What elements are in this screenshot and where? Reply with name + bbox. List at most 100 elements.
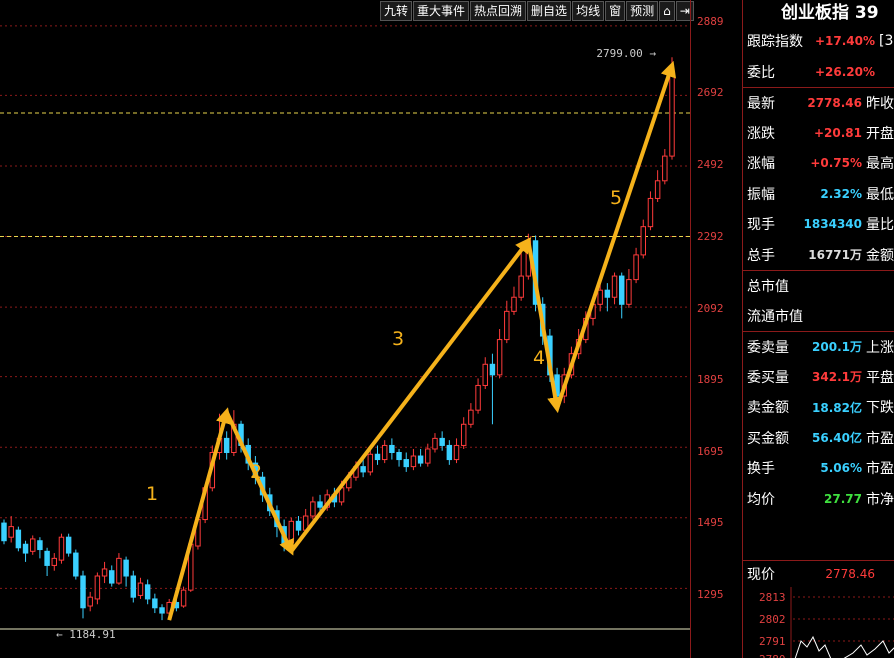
candle-up: [367, 453, 374, 473]
price-tick: 1895: [697, 373, 724, 386]
mini-line-chart: [790, 587, 894, 658]
wave-label: 5: [610, 187, 622, 209]
candle-down: [389, 444, 395, 454]
toolbar-button-major-events[interactable]: 重大事件: [413, 1, 470, 21]
candle-up: [662, 155, 668, 182]
candle-down: [152, 598, 158, 609]
quote-rows: 跟踪指数 +17.40% [3 委比 +26.20% 最新 2778.46 昨收 涨跌 +20.8…: [743, 26, 894, 514]
candle-down: [618, 275, 625, 305]
candle-down: [417, 455, 424, 464]
quote-row: 振幅 2.32% 最低: [743, 179, 894, 210]
quote-row: 均价 27.77 市净: [743, 484, 894, 515]
quote-row-label: 换手: [747, 461, 775, 478]
candle-up: [116, 557, 122, 584]
lock-icon[interactable]: ⌂: [659, 1, 675, 21]
candle-down: [130, 575, 137, 598]
quote-row-value: 18.82亿: [812, 400, 862, 415]
quote-row: 委买量 342.1万 平盘: [743, 362, 894, 393]
candle-down: [159, 607, 165, 614]
quote-row-value: +0.75%: [810, 156, 862, 171]
quote-row-label: 现手: [747, 217, 775, 234]
quote-row-extra: 平盘: [866, 369, 894, 386]
mini-price-chart[interactable]: 现价 2778.46 2813 2802 2791 2780: [743, 560, 894, 658]
quote-row-value: 27.77: [824, 491, 862, 506]
quote-row-label: 委买量: [747, 369, 789, 386]
price-tick: 1495: [697, 516, 724, 529]
quote-row-extra: 市盈: [866, 461, 894, 478]
low-price-label: ← 1184.91: [56, 628, 116, 641]
candle-down: [123, 559, 129, 577]
quote-row-label: 买金额: [747, 430, 789, 447]
candle-up: [58, 536, 65, 561]
candle-down: [439, 437, 445, 446]
quote-row-extra: 最低: [866, 186, 894, 203]
quote-row-value: 342.1万: [812, 370, 862, 385]
candle-up: [511, 296, 517, 312]
toolbar-button-forecast[interactable]: 预测: [626, 1, 659, 21]
quote-row-extra: 上涨: [866, 339, 894, 356]
candle-up: [669, 70, 675, 157]
candle-up: [468, 409, 474, 425]
candle-up: [432, 437, 438, 450]
candle-down: [65, 536, 72, 554]
quote-row-label: 涨幅: [747, 156, 775, 173]
wave-arrow: [167, 407, 232, 621]
quote-row: 最新 2778.46 昨收: [743, 87, 894, 118]
candle-down: [15, 529, 22, 549]
candle-up: [180, 589, 187, 607]
candle-up: [460, 423, 467, 446]
quote-info-panel: 创业板指 39 跟踪指数 +17.40% [3 委比 +26.20% 最新 2778.46 昨…: [742, 0, 894, 658]
candle-up: [381, 444, 388, 461]
price-tick: 2492: [697, 158, 724, 171]
price-tick: 2292: [697, 230, 724, 243]
quote-row: 总市值: [743, 270, 894, 301]
candle-down: [403, 459, 409, 468]
candle-up: [30, 538, 36, 552]
quote-row-extra: 昨收: [866, 95, 894, 112]
quote-row-label: 总手: [747, 247, 775, 264]
toolbar-button-jiuzhuan[interactable]: 九转: [380, 1, 413, 21]
candle-down: [80, 575, 86, 609]
quote-row-value: 5.06%: [820, 461, 862, 476]
quote-row-label: 跟踪指数: [747, 34, 803, 51]
quote-row-value: +17.40%: [814, 34, 875, 49]
candle-down: [109, 570, 115, 584]
quote-row-value: 2778.46: [807, 95, 862, 110]
candle-down: [1, 522, 7, 542]
quote-row: 涨幅 +0.75% 最高: [743, 148, 894, 179]
toolbar-button-hot-review[interactable]: 热点回溯: [470, 1, 527, 21]
quote-row: 总手 16771万 金额: [743, 240, 894, 271]
quote-row-label: 委比: [747, 64, 775, 81]
toolbar-button-remove-watchlist[interactable]: 删自选: [527, 1, 572, 21]
quote-row-label: 振幅: [747, 186, 775, 203]
wave-label: 3: [392, 328, 404, 350]
chart-toolbar: 九转 重大事件 热点回溯 删自选 均线 窗 预测 ⌂ ⇥: [380, 1, 695, 21]
quote-row-label: 最新: [747, 95, 775, 112]
quote-row: 流通市值: [743, 301, 894, 332]
candle-up: [647, 197, 654, 228]
candle-down: [396, 452, 402, 461]
toolbar-button-moving-average[interactable]: 均线: [572, 1, 605, 21]
quote-row-extra: 金额: [866, 247, 894, 264]
candle-down: [44, 550, 50, 566]
quote-row: 涨跌 +20.81 开盘: [743, 118, 894, 149]
price-axis: 2889 2692 2492 2292 2092 1895 1695 1495 …: [690, 0, 742, 658]
quote-row-label: 涨跌: [747, 125, 775, 142]
quote-row: 买金额 56.40亿 市盈: [743, 423, 894, 454]
quote-row: 委卖量 200.1万 上涨: [743, 331, 894, 362]
candle-down: [604, 289, 611, 298]
quote-row-value: +26.20%: [814, 64, 875, 79]
candle-up: [633, 254, 639, 281]
candle-up: [8, 526, 14, 538]
candle-down: [223, 437, 230, 454]
toolbar-button-window[interactable]: 窗: [605, 1, 626, 21]
candlestick-chart[interactable]: 1 2 3 4 5 2799.00 → ← 1184.91: [0, 0, 690, 658]
quote-row-value: 2.32%: [820, 186, 862, 201]
candle-up: [51, 557, 58, 566]
quote-row: 委比 +26.20%: [743, 57, 894, 88]
candle-up: [496, 339, 503, 376]
candle-up: [425, 448, 431, 464]
quote-row-label: 总市值: [747, 278, 789, 295]
quote-row: 换手 5.06% 市盈: [743, 453, 894, 484]
price-tick: 2692: [697, 86, 724, 99]
